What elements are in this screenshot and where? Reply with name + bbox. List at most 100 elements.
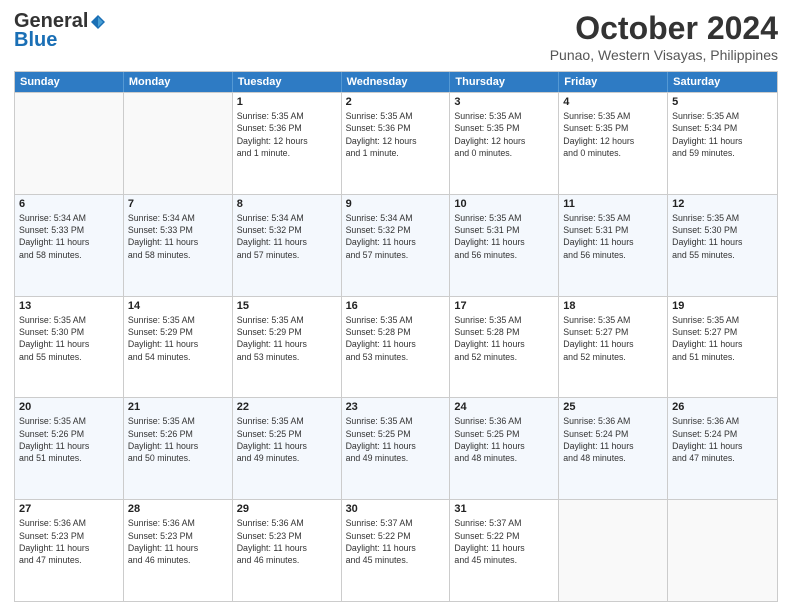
day-info: Sunrise: 5:35 AM Sunset: 5:35 PM Dayligh…: [563, 110, 663, 159]
day-info: Sunrise: 5:34 AM Sunset: 5:33 PM Dayligh…: [19, 212, 119, 261]
date-number: 12: [672, 198, 773, 210]
date-number: 27: [19, 503, 119, 515]
date-number: 14: [128, 300, 228, 312]
day-info: Sunrise: 5:35 AM Sunset: 5:31 PM Dayligh…: [563, 212, 663, 261]
cal-day-6: 6 Sunrise: 5:34 AM Sunset: 5:33 PM Daylig…: [15, 195, 124, 296]
day-info: Sunrise: 5:36 AM Sunset: 5:23 PM Dayligh…: [237, 517, 337, 566]
cal-day-2: 2 Sunrise: 5:35 AM Sunset: 5:36 PM Daylig…: [342, 93, 451, 194]
calendar-body: 1 Sunrise: 5:35 AM Sunset: 5:36 PM Daylig…: [15, 92, 777, 601]
cal-day-20: 20 Sunrise: 5:35 AM Sunset: 5:26 PM Dayli…: [15, 398, 124, 499]
cal-day-11: 11 Sunrise: 5:35 AM Sunset: 5:31 PM Dayli…: [559, 195, 668, 296]
cal-day-27: 27 Sunrise: 5:36 AM Sunset: 5:23 PM Dayli…: [15, 500, 124, 601]
logo-blue: Blue: [14, 29, 57, 52]
cal-day-29: 29 Sunrise: 5:36 AM Sunset: 5:23 PM Dayli…: [233, 500, 342, 601]
day-info: Sunrise: 5:35 AM Sunset: 5:29 PM Dayligh…: [128, 314, 228, 363]
day-header-tuesday: Tuesday: [233, 72, 342, 92]
day-info: Sunrise: 5:35 AM Sunset: 5:28 PM Dayligh…: [454, 314, 554, 363]
calendar: SundayMondayTuesdayWednesdayThursdayFrid…: [14, 71, 778, 602]
day-info: Sunrise: 5:35 AM Sunset: 5:30 PM Dayligh…: [19, 314, 119, 363]
calendar-week-5: 27 Sunrise: 5:36 AM Sunset: 5:23 PM Dayli…: [15, 499, 777, 601]
day-header-friday: Friday: [559, 72, 668, 92]
date-number: 22: [237, 401, 337, 413]
cal-day-24: 24 Sunrise: 5:36 AM Sunset: 5:25 PM Dayli…: [450, 398, 559, 499]
day-info: Sunrise: 5:37 AM Sunset: 5:22 PM Dayligh…: [346, 517, 446, 566]
logo: General Blue: [14, 10, 108, 52]
cal-day-10: 10 Sunrise: 5:35 AM Sunset: 5:31 PM Dayli…: [450, 195, 559, 296]
day-header-sunday: Sunday: [15, 72, 124, 92]
date-number: 13: [19, 300, 119, 312]
cal-day-22: 22 Sunrise: 5:35 AM Sunset: 5:25 PM Dayli…: [233, 398, 342, 499]
day-info: Sunrise: 5:35 AM Sunset: 5:29 PM Dayligh…: [237, 314, 337, 363]
day-info: Sunrise: 5:34 AM Sunset: 5:32 PM Dayligh…: [346, 212, 446, 261]
date-number: 10: [454, 198, 554, 210]
day-info: Sunrise: 5:35 AM Sunset: 5:27 PM Dayligh…: [672, 314, 773, 363]
date-number: 26: [672, 401, 773, 413]
calendar-week-3: 13 Sunrise: 5:35 AM Sunset: 5:30 PM Dayli…: [15, 296, 777, 398]
cal-day-empty: [559, 500, 668, 601]
day-info: Sunrise: 5:36 AM Sunset: 5:24 PM Dayligh…: [672, 415, 773, 464]
date-number: 8: [237, 198, 337, 210]
date-number: 9: [346, 198, 446, 210]
cal-day-empty: [124, 93, 233, 194]
day-info: Sunrise: 5:36 AM Sunset: 5:23 PM Dayligh…: [19, 517, 119, 566]
day-info: Sunrise: 5:35 AM Sunset: 5:25 PM Dayligh…: [346, 415, 446, 464]
cal-day-23: 23 Sunrise: 5:35 AM Sunset: 5:25 PM Dayli…: [342, 398, 451, 499]
day-info: Sunrise: 5:34 AM Sunset: 5:33 PM Dayligh…: [128, 212, 228, 261]
date-number: 20: [19, 401, 119, 413]
day-info: Sunrise: 5:35 AM Sunset: 5:30 PM Dayligh…: [672, 212, 773, 261]
day-header-monday: Monday: [124, 72, 233, 92]
calendar-week-4: 20 Sunrise: 5:35 AM Sunset: 5:26 PM Dayli…: [15, 397, 777, 499]
page: General Blue October 2024 Punao, Western…: [0, 0, 792, 612]
day-info: Sunrise: 5:35 AM Sunset: 5:31 PM Dayligh…: [454, 212, 554, 261]
day-info: Sunrise: 5:35 AM Sunset: 5:34 PM Dayligh…: [672, 110, 773, 159]
cal-day-8: 8 Sunrise: 5:34 AM Sunset: 5:32 PM Daylig…: [233, 195, 342, 296]
day-info: Sunrise: 5:35 AM Sunset: 5:35 PM Dayligh…: [454, 110, 554, 159]
main-title: October 2024: [550, 10, 778, 47]
cal-day-empty: [668, 500, 777, 601]
cal-day-13: 13 Sunrise: 5:35 AM Sunset: 5:30 PM Dayli…: [15, 297, 124, 398]
cal-day-1: 1 Sunrise: 5:35 AM Sunset: 5:36 PM Daylig…: [233, 93, 342, 194]
date-number: 2: [346, 96, 446, 108]
date-number: 23: [346, 401, 446, 413]
date-number: 6: [19, 198, 119, 210]
day-info: Sunrise: 5:36 AM Sunset: 5:25 PM Dayligh…: [454, 415, 554, 464]
cal-day-14: 14 Sunrise: 5:35 AM Sunset: 5:29 PM Dayli…: [124, 297, 233, 398]
title-block: October 2024 Punao, Western Visayas, Phi…: [550, 10, 778, 63]
date-number: 19: [672, 300, 773, 312]
date-number: 11: [563, 198, 663, 210]
date-number: 28: [128, 503, 228, 515]
cal-day-17: 17 Sunrise: 5:35 AM Sunset: 5:28 PM Dayli…: [450, 297, 559, 398]
date-number: 31: [454, 503, 554, 515]
cal-day-19: 19 Sunrise: 5:35 AM Sunset: 5:27 PM Dayli…: [668, 297, 777, 398]
cal-day-5: 5Sunrise: 5:35 AM Sunset: 5:34 PM Daylig…: [668, 93, 777, 194]
calendar-week-2: 6 Sunrise: 5:34 AM Sunset: 5:33 PM Daylig…: [15, 194, 777, 296]
cal-day-empty: [15, 93, 124, 194]
day-info: Sunrise: 5:35 AM Sunset: 5:26 PM Dayligh…: [128, 415, 228, 464]
day-info: Sunrise: 5:36 AM Sunset: 5:24 PM Dayligh…: [563, 415, 663, 464]
cal-day-18: 18 Sunrise: 5:35 AM Sunset: 5:27 PM Dayli…: [559, 297, 668, 398]
calendar-header: SundayMondayTuesdayWednesdayThursdayFrid…: [15, 72, 777, 92]
cal-day-3: 3 Sunrise: 5:35 AM Sunset: 5:35 PM Daylig…: [450, 93, 559, 194]
date-number: 24: [454, 401, 554, 413]
date-number: 17: [454, 300, 554, 312]
day-info: Sunrise: 5:35 AM Sunset: 5:25 PM Dayligh…: [237, 415, 337, 464]
subtitle: Punao, Western Visayas, Philippines: [550, 47, 778, 63]
date-number: 18: [563, 300, 663, 312]
date-number: 4: [563, 96, 663, 108]
date-number: 29: [237, 503, 337, 515]
cal-day-16: 16Sunrise: 5:35 AM Sunset: 5:28 PM Dayli…: [342, 297, 451, 398]
date-number: 15: [237, 300, 337, 312]
day-info: Sunrise: 5:35 AM Sunset: 5:27 PM Dayligh…: [563, 314, 663, 363]
date-number: 1: [237, 96, 337, 108]
date-number: 7: [128, 198, 228, 210]
day-info: Sunrise: 5:34 AM Sunset: 5:32 PM Dayligh…: [237, 212, 337, 261]
day-info: Sunrise: 5:35 AM Sunset: 5:36 PM Dayligh…: [237, 110, 337, 159]
date-number: 21: [128, 401, 228, 413]
cal-day-26: 26 Sunrise: 5:36 AM Sunset: 5:24 PM Dayli…: [668, 398, 777, 499]
cal-day-25: 25Sunrise: 5:36 AM Sunset: 5:24 PM Dayli…: [559, 398, 668, 499]
day-info: Sunrise: 5:37 AM Sunset: 5:22 PM Dayligh…: [454, 517, 554, 566]
day-info: Sunrise: 5:35 AM Sunset: 5:36 PM Dayligh…: [346, 110, 446, 159]
cal-day-7: 7 Sunrise: 5:34 AM Sunset: 5:33 PM Daylig…: [124, 195, 233, 296]
day-info: Sunrise: 5:35 AM Sunset: 5:26 PM Dayligh…: [19, 415, 119, 464]
date-number: 3: [454, 96, 554, 108]
